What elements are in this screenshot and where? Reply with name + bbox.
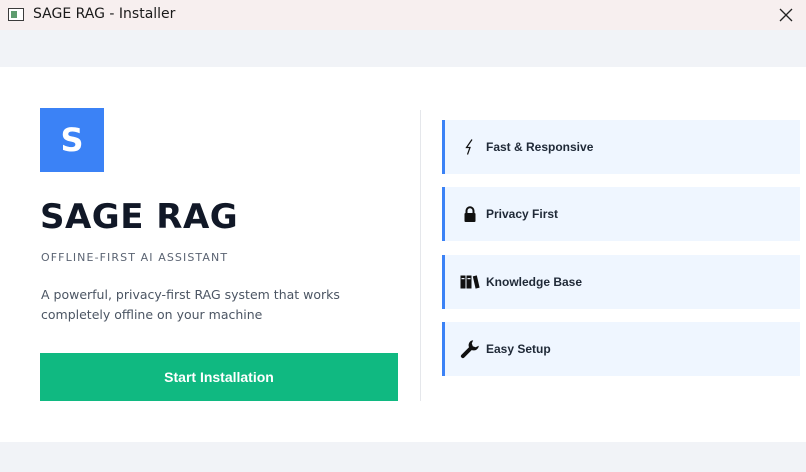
feature-label: Privacy First bbox=[486, 207, 559, 221]
panel-divider bbox=[420, 110, 421, 401]
start-installation-button[interactable]: Start Installation bbox=[40, 353, 398, 401]
app-name-heading: SAGE RAG bbox=[40, 197, 239, 237]
lock-icon bbox=[459, 204, 481, 224]
feature-card-fast-responsive: Fast & Responsive bbox=[442, 120, 800, 174]
feature-label: Easy Setup bbox=[486, 342, 551, 356]
feature-card-privacy-first: Privacy First bbox=[442, 187, 800, 241]
header-band bbox=[0, 30, 806, 67]
app-description: A powerful, privacy-first RAG system tha… bbox=[41, 287, 340, 322]
close-button[interactable] bbox=[772, 1, 800, 29]
close-icon bbox=[779, 8, 793, 22]
feature-card-knowledge-base: Knowledge Base bbox=[442, 255, 800, 309]
books-icon bbox=[459, 272, 481, 292]
lightning-icon bbox=[459, 137, 481, 157]
window-title: SAGE RAG - Installer bbox=[33, 6, 176, 22]
app-logo: S bbox=[40, 108, 104, 172]
feature-label: Fast & Responsive bbox=[486, 140, 594, 154]
feature-label: Knowledge Base bbox=[486, 275, 583, 289]
wrench-icon bbox=[459, 339, 481, 359]
installer-window: SAGE RAG - Installer S SAGE RAG OFFLINE-… bbox=[0, 0, 806, 472]
app-tagline: OFFLINE-FIRST AI ASSISTANT bbox=[41, 251, 229, 264]
feature-card-easy-setup: Easy Setup bbox=[442, 322, 800, 376]
title-bar: SAGE RAG - Installer bbox=[0, 0, 806, 30]
app-window-icon bbox=[8, 8, 24, 21]
footer-band bbox=[0, 442, 806, 472]
